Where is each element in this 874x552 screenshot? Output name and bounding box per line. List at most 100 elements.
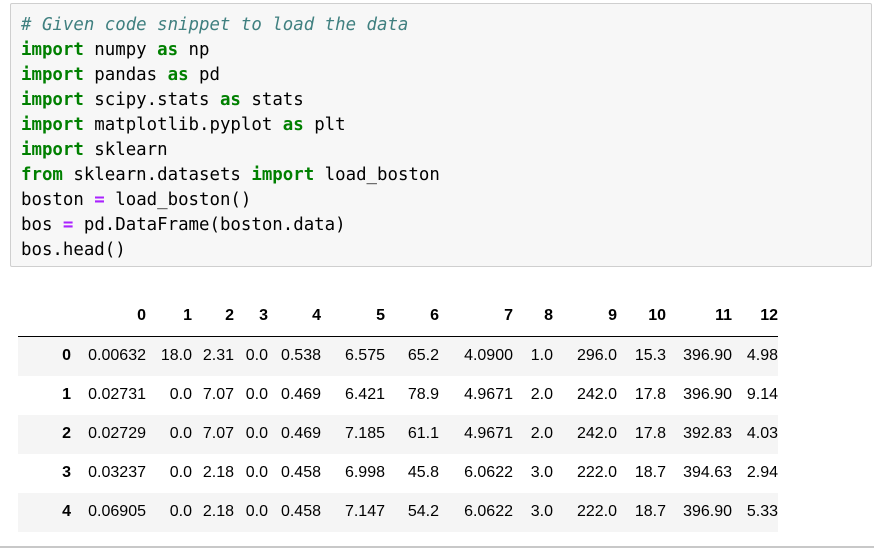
table-cell: 65.2 bbox=[407, 347, 439, 365]
row-index: 1 bbox=[62, 386, 71, 403]
table-header: 0 1 2 3 4 5 6 7 8 9 10 11 12 bbox=[18, 296, 778, 337]
table-cell: 0.469 bbox=[280, 425, 321, 442]
table-cell: 2.18 bbox=[202, 503, 234, 520]
code-token: pd.DataFrame(boston.data) bbox=[73, 215, 346, 235]
table-cell: 17.8 bbox=[634, 425, 666, 442]
table-cell: 0.00632 bbox=[88, 347, 146, 365]
column-header: 2 bbox=[192, 296, 234, 337]
code-token: boston bbox=[21, 190, 95, 210]
table-cell: 6.998 bbox=[344, 464, 385, 481]
table-cell: 2.94 bbox=[746, 464, 778, 481]
table-cell: 396.90 bbox=[683, 503, 732, 520]
table-cell: 222.0 bbox=[576, 503, 617, 520]
table-cell: 2.0 bbox=[530, 425, 553, 442]
table-cell: 7.07 bbox=[202, 386, 234, 403]
table-cell: 17.8 bbox=[634, 386, 666, 403]
table-cell: 4.9671 bbox=[464, 425, 513, 442]
column-header: 4 bbox=[268, 296, 321, 337]
table-cell: 396.90 bbox=[683, 386, 732, 403]
output-area: 0 1 2 3 4 5 6 7 8 9 10 11 12 0 0.00632 18.0 2.31 0.0 0.53… bbox=[18, 296, 778, 532]
code-token: np bbox=[178, 40, 210, 60]
code-token: plt bbox=[303, 115, 346, 135]
table-cell: 0.0 bbox=[245, 503, 268, 520]
code-token: numpy bbox=[83, 40, 158, 60]
code-token: load_boston() bbox=[104, 190, 252, 210]
code-token: = bbox=[62, 215, 74, 235]
table-cell: 3.0 bbox=[530, 503, 553, 520]
table-cell: 7.147 bbox=[344, 503, 385, 520]
table-cell: 6.0622 bbox=[464, 503, 513, 520]
table-cell: 0.03237 bbox=[88, 464, 146, 481]
code-line: boston = load_boston() bbox=[21, 188, 440, 213]
code-line: import matplotlib.pyplot as plt bbox=[21, 113, 440, 138]
code-token: sklearn bbox=[83, 140, 168, 160]
column-header: 5 bbox=[321, 296, 385, 337]
column-header: 8 bbox=[513, 296, 553, 337]
table-cell: 61.1 bbox=[407, 425, 439, 442]
code-token: scipy.stats bbox=[83, 90, 220, 110]
code-line: import sklearn bbox=[21, 138, 440, 163]
table-cell: 0.0 bbox=[169, 425, 192, 442]
code-token: # Given code snippet to load the data bbox=[21, 15, 409, 35]
code-token: import bbox=[21, 65, 84, 85]
code-line: from sklearn.datasets import load_boston bbox=[21, 163, 440, 188]
table-cell: 0.0 bbox=[245, 386, 268, 403]
column-header: 1 bbox=[146, 296, 192, 337]
code-editor[interactable]: # Given code snippet to load the data imp… bbox=[21, 13, 440, 263]
table-cell: 0.0 bbox=[169, 386, 192, 403]
code-token: sklearn.datasets bbox=[62, 165, 252, 185]
index-header bbox=[18, 296, 71, 337]
table-cell: 0.0 bbox=[169, 464, 192, 481]
table-cell: 6.421 bbox=[344, 386, 385, 403]
code-token: matplotlib.pyplot bbox=[83, 115, 283, 135]
table-cell: 4.9671 bbox=[464, 386, 513, 403]
table-cell: 4.98 bbox=[746, 347, 778, 365]
table-row: 1 0.02731 0.0 7.07 0.0 0.469 6.421 78.9 4.9671 2.… bbox=[18, 375, 778, 415]
cell-divider bbox=[0, 546, 874, 548]
code-token: as bbox=[219, 90, 241, 110]
row-index: 4 bbox=[62, 503, 71, 520]
column-header: 10 bbox=[617, 296, 666, 337]
table-cell: 0.0 bbox=[169, 503, 192, 520]
table-cell: 222.0 bbox=[576, 464, 617, 481]
code-token: as bbox=[157, 40, 179, 60]
table-row: 0 0.00632 18.0 2.31 0.0 0.538 6.575 65.2 4.0900 1… bbox=[18, 336, 778, 376]
table-cell: 392.83 bbox=[683, 425, 732, 442]
row-index: 0 bbox=[62, 347, 71, 365]
code-token: from bbox=[21, 165, 63, 185]
code-cell[interactable]: # Given code snippet to load the data imp… bbox=[10, 3, 872, 267]
code-token: pd bbox=[188, 65, 220, 85]
table-cell: 4.0900 bbox=[464, 347, 513, 365]
table-cell: 0.02729 bbox=[88, 425, 146, 442]
table-cell: 0.0 bbox=[245, 347, 268, 365]
code-token: import bbox=[21, 40, 84, 60]
code-token: = bbox=[94, 190, 105, 210]
table-cell: 296.0 bbox=[576, 347, 617, 365]
code-token: import bbox=[21, 140, 84, 160]
table-cell: 3.0 bbox=[530, 464, 553, 481]
row-index: 2 bbox=[62, 425, 71, 442]
code-token: bos bbox=[21, 215, 63, 235]
table-cell: 54.2 bbox=[407, 503, 439, 520]
table-cell: 2.0 bbox=[530, 386, 553, 403]
table-cell: 0.0 bbox=[245, 425, 268, 442]
column-header: 3 bbox=[234, 296, 268, 337]
table-cell: 5.33 bbox=[746, 503, 778, 520]
code-token: import bbox=[251, 165, 315, 185]
code-token: import bbox=[21, 90, 84, 110]
column-header: 12 bbox=[732, 296, 778, 337]
table-cell: 18.7 bbox=[634, 503, 666, 520]
column-header: 9 bbox=[553, 296, 617, 337]
code-line: import scipy.stats as stats bbox=[21, 88, 440, 113]
table-cell: 2.18 bbox=[202, 464, 234, 481]
row-index: 3 bbox=[62, 464, 71, 481]
code-token: as bbox=[167, 65, 189, 85]
table-cell: 396.90 bbox=[683, 347, 732, 365]
code-token: bos.head() bbox=[21, 240, 126, 260]
table-cell: 78.9 bbox=[407, 386, 439, 403]
table-cell: 4.03 bbox=[746, 425, 778, 442]
code-token: stats bbox=[240, 90, 304, 110]
code-line: # Given code snippet to load the data bbox=[21, 13, 440, 38]
table-cell: 0.02731 bbox=[88, 386, 146, 403]
table-cell: 0.0 bbox=[245, 464, 268, 481]
